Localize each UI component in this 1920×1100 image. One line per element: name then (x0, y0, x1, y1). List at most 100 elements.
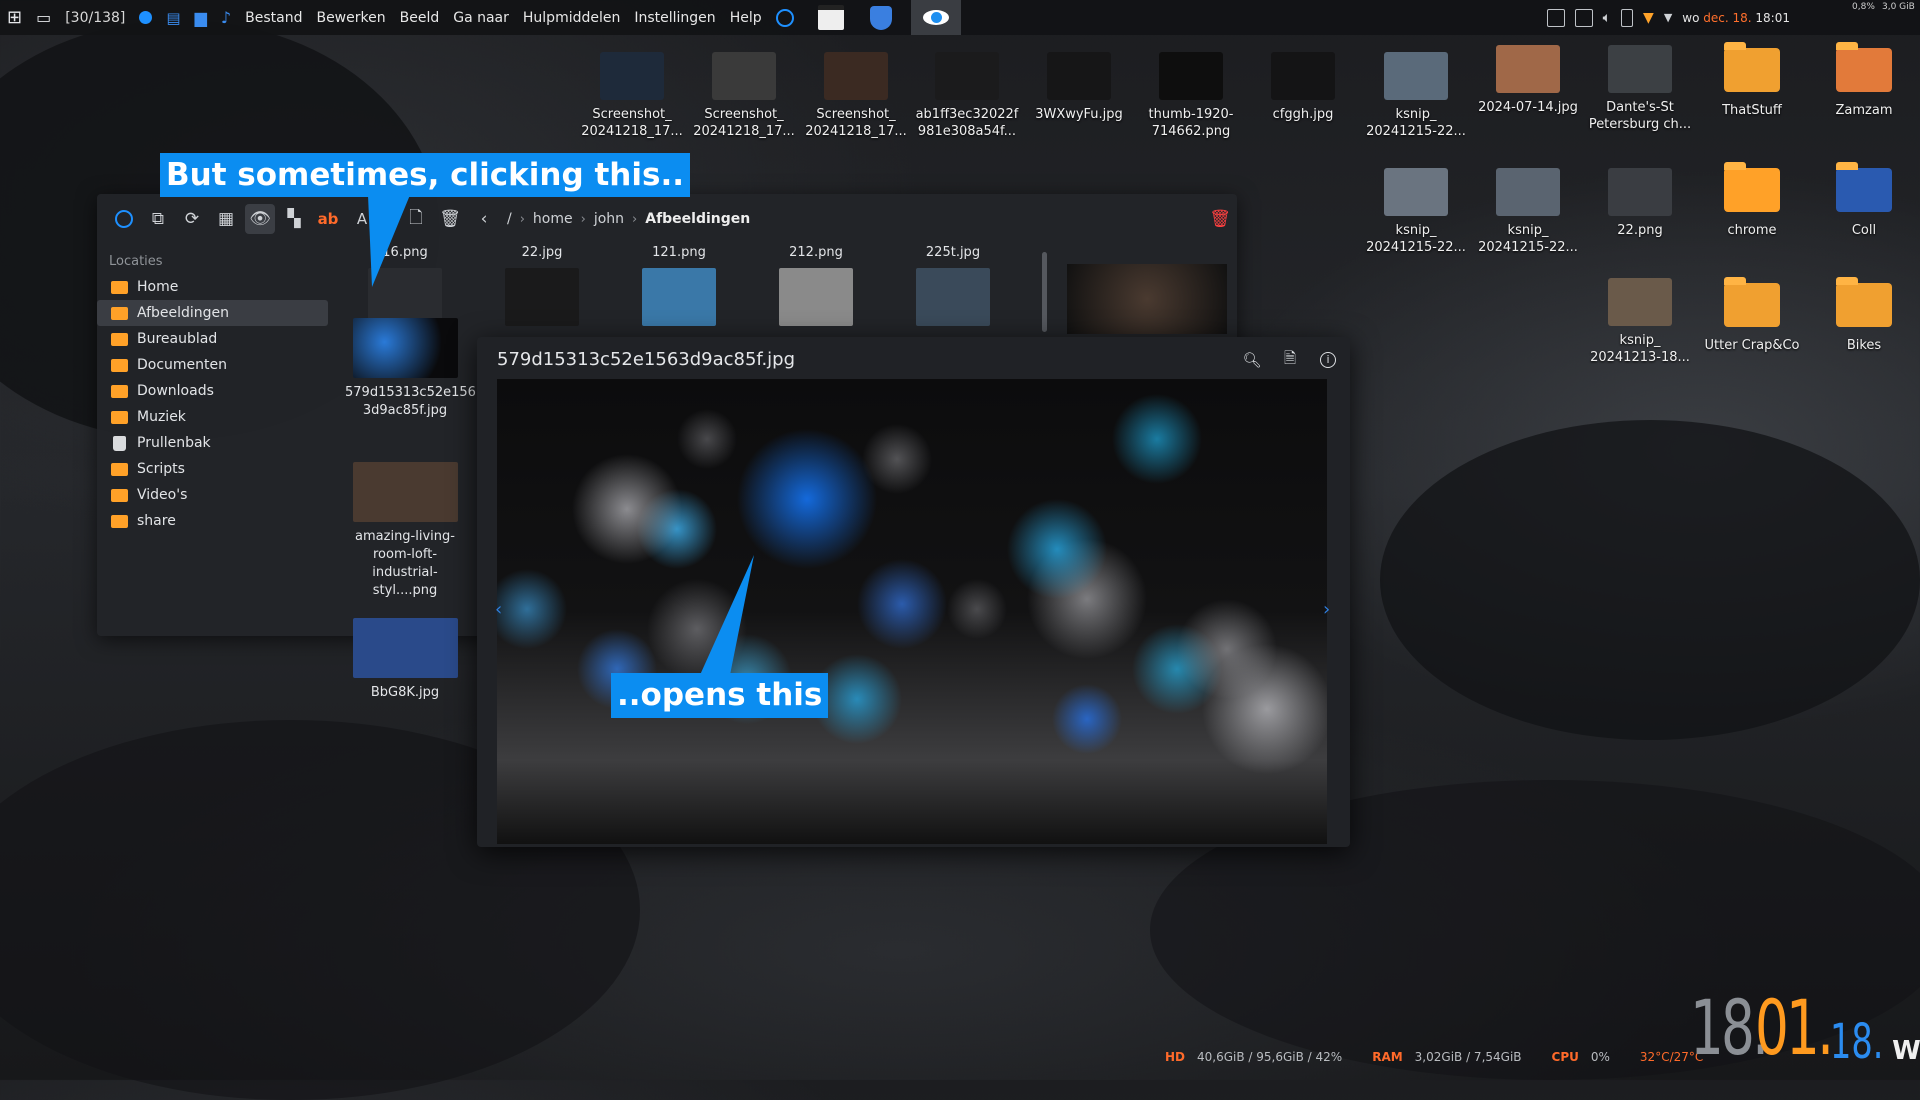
breadcrumb-john[interactable]: john (594, 211, 624, 227)
window-counter[interactable]: [30/138] (58, 0, 132, 35)
desktop-icon[interactable]: ksnip_ 20241213-18... (1585, 278, 1695, 366)
desktop-icon-label: chrome (1727, 223, 1777, 238)
sidebar-item[interactable]: Video's (97, 482, 328, 508)
menu-instellingen[interactable]: Instellingen (627, 10, 722, 26)
callout-bottom-tail (700, 555, 754, 675)
file-item[interactable]: amazing-living-room-loft-industrial-styl… (345, 462, 465, 600)
file-item[interactable]: 22.jpg (482, 244, 602, 332)
desktop-icon[interactable]: Screenshot_ 20241218_17... (801, 52, 911, 140)
split-view-icon[interactable]: ⧉ (143, 204, 173, 234)
desktop-icon-label: Screenshot_ 20241218_17... (581, 107, 683, 139)
file-item[interactable]: 121.png (619, 244, 739, 332)
sidebar-item[interactable]: Afbeeldingen (97, 300, 328, 326)
image-viewer-eye-icon[interactable] (910, 0, 961, 35)
desktop-icon[interactable]: thumb-1920- 714662.png (1136, 52, 1246, 140)
scrollbar[interactable] (1042, 252, 1047, 332)
desktop-icon[interactable]: Screenshot_ 20241218_17... (689, 52, 799, 140)
trash-red-icon[interactable]: 🗑︎ (1205, 204, 1235, 234)
screenshot-icon[interactable]: ▭ (29, 0, 58, 35)
desktop-icon[interactable]: ksnip_ 20241215-22... (1361, 168, 1471, 256)
desktop-icon[interactable]: Coll (1809, 162, 1919, 239)
breadcrumb-afbeeldingen[interactable]: Afbeeldingen (645, 211, 750, 227)
desktop-icon-label: 22.png (1617, 223, 1663, 238)
preview-eye-icon[interactable]: 👁︎ (245, 204, 275, 234)
circle-icon[interactable] (769, 0, 801, 35)
file-item[interactable]: BbG8K.jpg (345, 618, 465, 702)
battery-icon[interactable] (1621, 8, 1634, 27)
file-item[interactable]: 579d15313c52e156 3d9ac85f.jpg (345, 318, 476, 420)
sidebar-item[interactable]: Muziek (97, 404, 328, 430)
next-arrow-icon[interactable]: › (1323, 599, 1330, 620)
breadcrumb-root[interactable]: / (507, 211, 512, 227)
folder-icon (111, 358, 128, 372)
desktop-icon[interactable]: cfggh.jpg (1248, 52, 1358, 123)
file-item-label: BbG8K.jpg (370, 685, 440, 700)
info-icon[interactable]: i (1316, 348, 1340, 372)
cpu-label: CPU (1551, 1050, 1579, 1064)
reload-icon[interactable]: ⟳ (177, 204, 207, 234)
desktop-icon[interactable]: Screenshot_ 20241218_17... (577, 52, 687, 140)
file-item-label: amazing-living-room-loft-industrial-styl… (355, 529, 455, 598)
desktop-icon[interactable]: Bikes (1809, 277, 1919, 354)
sidebar-item[interactable]: share (97, 508, 328, 534)
open-file-icon[interactable]: 🗎︎ (1278, 348, 1302, 372)
layout-icon[interactable]: ▦ (211, 204, 241, 234)
menu-hulpmiddelen[interactable]: Hulpmiddelen (516, 10, 627, 26)
file-item[interactable]: 212.png (756, 244, 876, 332)
folder-icon (111, 410, 128, 424)
desktop-icon[interactable]: Utter Crap&Co (1697, 277, 1807, 354)
delete-icon[interactable]: 🗑︎ (435, 204, 465, 234)
image-thumbnail (1496, 168, 1560, 216)
file-manager-icon[interactable]: ▆ (188, 0, 214, 35)
window-switcher-icon[interactable]: ⊞ (0, 0, 29, 35)
sidebar-item[interactable]: Documenten (97, 352, 328, 378)
desktop-icon-label: Dante's-St Petersburg ch... (1588, 100, 1692, 132)
clipboard-icon[interactable] (1574, 8, 1593, 27)
desktop-icon[interactable]: 22.png (1585, 168, 1695, 239)
menu-help[interactable]: Help (723, 10, 769, 26)
wifi-icon[interactable]: ▼ (1643, 10, 1654, 26)
sidebar-item[interactable]: Bureaublad (97, 326, 328, 352)
notes-icon[interactable] (1546, 8, 1565, 27)
terminal-icon[interactable] (811, 0, 851, 35)
zoom-icon[interactable]: 🔍︎ (1240, 348, 1264, 372)
desktop-icon[interactable]: chrome (1697, 162, 1807, 239)
folder-icon (111, 462, 128, 476)
viewer-title: 579d15313c52e1563d9ac85f.jpg (497, 349, 796, 370)
blue-dot-icon[interactable] (132, 0, 159, 35)
folder-icon (1724, 42, 1780, 92)
sidebar-item[interactable]: Downloads (97, 378, 328, 404)
sidebar-item-label: Scripts (137, 461, 185, 477)
back-chevron-icon[interactable]: ‹ (469, 204, 499, 234)
breadcrumb-home[interactable]: home (533, 211, 573, 227)
menu-bestand[interactable]: Bestand (238, 10, 309, 26)
desktop-icon[interactable]: ThatStuff (1697, 42, 1807, 119)
desktop-icon[interactable]: ksnip_ 20241215-22... (1361, 52, 1471, 140)
volume-icon[interactable]: 🔈︎ (1603, 10, 1611, 26)
file-item[interactable]: 225t.jpg (893, 244, 1013, 332)
music-icon[interactable]: ♪ (214, 0, 238, 35)
document-viewer-icon[interactable]: ▤ (159, 0, 187, 35)
grid-view-icon[interactable]: ▚ (279, 204, 309, 234)
menu-ga-naar[interactable]: Ga naar (446, 10, 516, 26)
desktop-icon[interactable]: Zamzam (1809, 42, 1919, 119)
desktop-icon[interactable]: ksnip_ 20241215-22... (1473, 168, 1583, 256)
menu-beeld[interactable]: Beeld (393, 10, 447, 26)
sidebar-item[interactable]: Home (97, 274, 328, 300)
desktop-icon[interactable]: 2024-07-14.jpg (1473, 45, 1583, 116)
sidebar-item[interactable]: Scripts (97, 456, 328, 482)
chevron-down-icon[interactable]: ▼ (1664, 11, 1672, 24)
image-viewer-popup: 579d15313c52e1563d9ac85f.jpg 🔍︎ 🗎︎ i ‹ › (477, 337, 1350, 847)
desktop-icon[interactable]: 3WXwyFu.jpg (1024, 52, 1134, 123)
circle-icon[interactable] (109, 204, 139, 234)
prev-arrow-icon[interactable]: ‹ (495, 599, 502, 620)
sidebar-item[interactable]: Prullenbak (97, 430, 328, 456)
brave-browser-icon[interactable] (863, 0, 899, 35)
top-clock[interactable]: wo dec. 18. 18:01 (1682, 11, 1790, 25)
menu-bewerken[interactable]: Bewerken (309, 10, 392, 26)
desktop-icon[interactable]: ab1ff3ec32022f 981e308a54f... (912, 52, 1022, 140)
folder-icon (111, 384, 128, 398)
desktop-icon[interactable]: Dante's-St Petersburg ch... (1585, 45, 1695, 133)
big-clock-year: 18. (1829, 1014, 1884, 1070)
rename-icon[interactable]: ab (313, 204, 343, 234)
